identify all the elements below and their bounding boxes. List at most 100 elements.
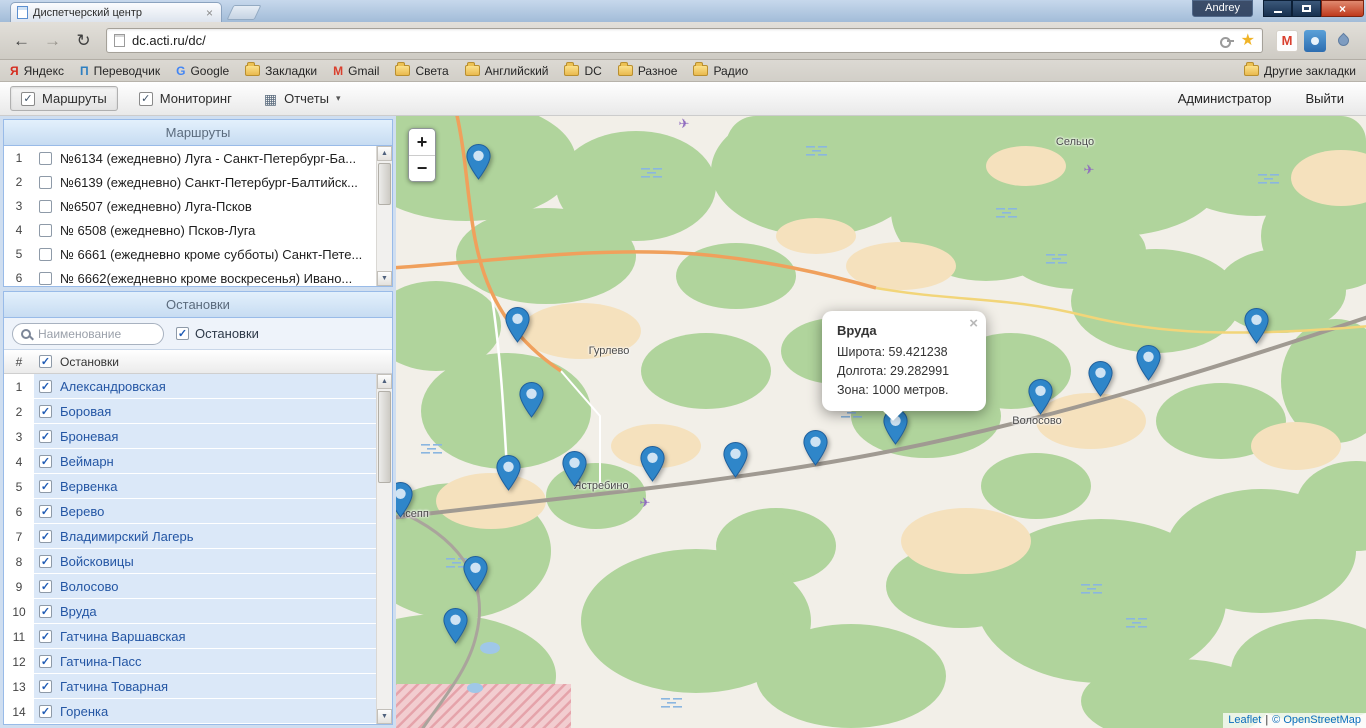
administrator-button[interactable]: Администратор bbox=[1166, 87, 1284, 110]
map-marker-icon[interactable] bbox=[1244, 307, 1269, 344]
map-marker-icon[interactable] bbox=[463, 555, 488, 592]
route-checkbox[interactable] bbox=[39, 199, 52, 213]
tab-close-icon[interactable]: × bbox=[204, 7, 215, 19]
map-marker-icon[interactable] bbox=[443, 607, 468, 644]
stops-scrollbar[interactable]: ▲ ▼ bbox=[376, 374, 392, 724]
bookmark-item[interactable]: M Gmail bbox=[333, 64, 379, 78]
routes-scrollbar[interactable]: ▲ ▼ bbox=[376, 146, 392, 286]
route-checkbox[interactable] bbox=[39, 175, 52, 189]
route-checkbox[interactable] bbox=[39, 247, 52, 261]
stop-row[interactable]: 4 ✓ Веймарн bbox=[4, 449, 376, 474]
monitoring-tab-button[interactable]: ✓ Мониторинг bbox=[128, 86, 243, 111]
bookmark-item[interactable]: Английский bbox=[464, 62, 548, 78]
scroll-up-icon[interactable]: ▲ bbox=[377, 374, 392, 389]
stop-checkbox[interactable]: ✓ bbox=[39, 379, 52, 393]
column-number[interactable]: # bbox=[4, 355, 34, 369]
scroll-up-icon[interactable]: ▲ bbox=[377, 146, 392, 161]
stop-checkbox[interactable]: ✓ bbox=[39, 404, 52, 418]
logout-button[interactable]: Выйти bbox=[1294, 87, 1357, 110]
route-row[interactable]: 1 №6134 (ежедневно) Луга - Санкт-Петербур… bbox=[4, 146, 376, 170]
route-checkbox[interactable] bbox=[39, 151, 52, 165]
stop-checkbox[interactable]: ✓ bbox=[39, 704, 52, 718]
map-marker-icon[interactable] bbox=[496, 454, 521, 491]
stop-checkbox[interactable]: ✓ bbox=[39, 454, 52, 468]
route-row[interactable]: 6 № 6662(ежедневно кроме воскресенья) Ива… bbox=[4, 266, 376, 286]
back-icon[interactable]: ← bbox=[8, 28, 35, 54]
stops-filter-checkbox[interactable]: ✓ bbox=[176, 327, 189, 340]
profile-button[interactable]: Andrey bbox=[1192, 0, 1253, 17]
route-row[interactable]: 4 № 6508 (ежедневно) Псков-Луга bbox=[4, 218, 376, 242]
reports-menu-button[interactable]: ▦ Отчеты ▾ bbox=[253, 86, 352, 111]
maximize-button[interactable] bbox=[1292, 0, 1321, 17]
bookmark-item[interactable]: Радио bbox=[693, 62, 748, 78]
map-marker-icon[interactable] bbox=[1028, 378, 1053, 415]
stop-row[interactable]: 14 ✓ Горенка bbox=[4, 699, 376, 724]
route-checkbox[interactable] bbox=[39, 271, 52, 285]
stop-checkbox[interactable]: ✓ bbox=[39, 604, 52, 618]
map-marker-icon[interactable] bbox=[519, 381, 544, 418]
password-key-icon[interactable] bbox=[1219, 36, 1234, 48]
search-input[interactable] bbox=[38, 326, 148, 341]
leaflet-link[interactable]: Leaflet bbox=[1228, 714, 1261, 726]
map-marker-icon[interactable] bbox=[1088, 360, 1113, 397]
map-marker-icon[interactable] bbox=[1136, 344, 1161, 381]
stop-row[interactable]: 7 ✓ Владимирский Лагерь bbox=[4, 524, 376, 549]
scroll-thumb[interactable] bbox=[378, 163, 391, 205]
stop-checkbox[interactable]: ✓ bbox=[39, 504, 52, 518]
stop-checkbox[interactable]: ✓ bbox=[39, 629, 52, 643]
bookmark-item[interactable]: П Переводчик bbox=[80, 64, 160, 78]
browser-tab[interactable]: Диспетчерский центр × bbox=[10, 2, 222, 22]
stop-checkbox[interactable]: ✓ bbox=[39, 554, 52, 568]
route-row[interactable]: 5 № 6661 (ежедневно кроме субботы) Санкт-… bbox=[4, 242, 376, 266]
map-marker-icon[interactable] bbox=[562, 450, 587, 487]
route-checkbox[interactable] bbox=[39, 223, 52, 237]
forward-icon[interactable]: → bbox=[39, 28, 66, 54]
stop-row[interactable]: 8 ✓ Войсковицы bbox=[4, 549, 376, 574]
scroll-down-icon[interactable]: ▼ bbox=[377, 271, 392, 286]
stops-filter[interactable]: ✓ Остановки bbox=[176, 326, 259, 341]
zoom-in-button[interactable]: + bbox=[409, 129, 435, 155]
select-all-checkbox[interactable]: ✓ bbox=[39, 355, 52, 368]
popup-close-icon[interactable]: × bbox=[969, 316, 978, 331]
stop-checkbox[interactable]: ✓ bbox=[39, 579, 52, 593]
bookmark-item[interactable]: Света bbox=[395, 62, 449, 78]
stop-row[interactable]: 1 ✓ Александровская bbox=[4, 374, 376, 399]
stop-row[interactable]: 11 ✓ Гатчина Варшавская bbox=[4, 624, 376, 649]
stop-row[interactable]: 9 ✓ Волосово bbox=[4, 574, 376, 599]
extension-icon[interactable] bbox=[1304, 29, 1326, 52]
map-marker-icon[interactable] bbox=[505, 306, 530, 343]
stop-row[interactable]: 12 ✓ Гатчина-Пасс bbox=[4, 649, 376, 674]
new-tab-button[interactable] bbox=[226, 5, 262, 20]
bookmark-item[interactable]: G Google bbox=[176, 64, 229, 78]
search-box[interactable] bbox=[12, 322, 164, 345]
scroll-thumb[interactable] bbox=[378, 391, 391, 483]
drop-extension-icon[interactable] bbox=[1332, 30, 1354, 52]
address-bar[interactable]: dc.acti.ru/dc/ ★ bbox=[106, 28, 1263, 53]
stop-row[interactable]: 6 ✓ Верево bbox=[4, 499, 376, 524]
osm-link[interactable]: © OpenStreetMap bbox=[1272, 714, 1361, 726]
stop-checkbox[interactable]: ✓ bbox=[39, 654, 52, 668]
map-marker-icon[interactable] bbox=[803, 429, 828, 466]
map-canvas[interactable]: Сельцо Гурлево Ястребино Волосово исепп ✈ ✈ ✈ ×… bbox=[396, 116, 1366, 728]
route-row[interactable]: 3 №6507 (ежедневно) Луга-Псков bbox=[4, 194, 376, 218]
other-bookmarks-button[interactable]: Другие закладки bbox=[1244, 62, 1356, 78]
routes-tab-button[interactable]: ✓ Маршруты bbox=[10, 86, 118, 111]
gmail-extension-icon[interactable]: M bbox=[1276, 29, 1298, 52]
stop-checkbox[interactable]: ✓ bbox=[39, 479, 52, 493]
minimize-button[interactable] bbox=[1263, 0, 1292, 17]
stop-row[interactable]: 5 ✓ Вервенка bbox=[4, 474, 376, 499]
close-button[interactable]: × bbox=[1321, 0, 1364, 17]
column-name[interactable]: Остановки bbox=[57, 355, 392, 369]
stop-checkbox[interactable]: ✓ bbox=[39, 529, 52, 543]
zoom-out-button[interactable]: − bbox=[409, 155, 435, 181]
bookmark-star-icon[interactable]: ★ bbox=[1241, 32, 1255, 49]
reload-icon[interactable]: ↻ bbox=[70, 28, 97, 54]
map-marker-icon[interactable] bbox=[640, 445, 665, 482]
bookmark-item[interactable]: Закладки bbox=[245, 62, 317, 78]
stop-row[interactable]: 2 ✓ Боровая bbox=[4, 399, 376, 424]
stop-row[interactable]: 3 ✓ Броневая bbox=[4, 424, 376, 449]
scroll-down-icon[interactable]: ▼ bbox=[377, 709, 392, 724]
bookmark-item[interactable]: Разное bbox=[617, 62, 677, 78]
bookmark-item[interactable]: DC bbox=[564, 62, 602, 78]
map-marker-icon[interactable] bbox=[466, 143, 491, 180]
